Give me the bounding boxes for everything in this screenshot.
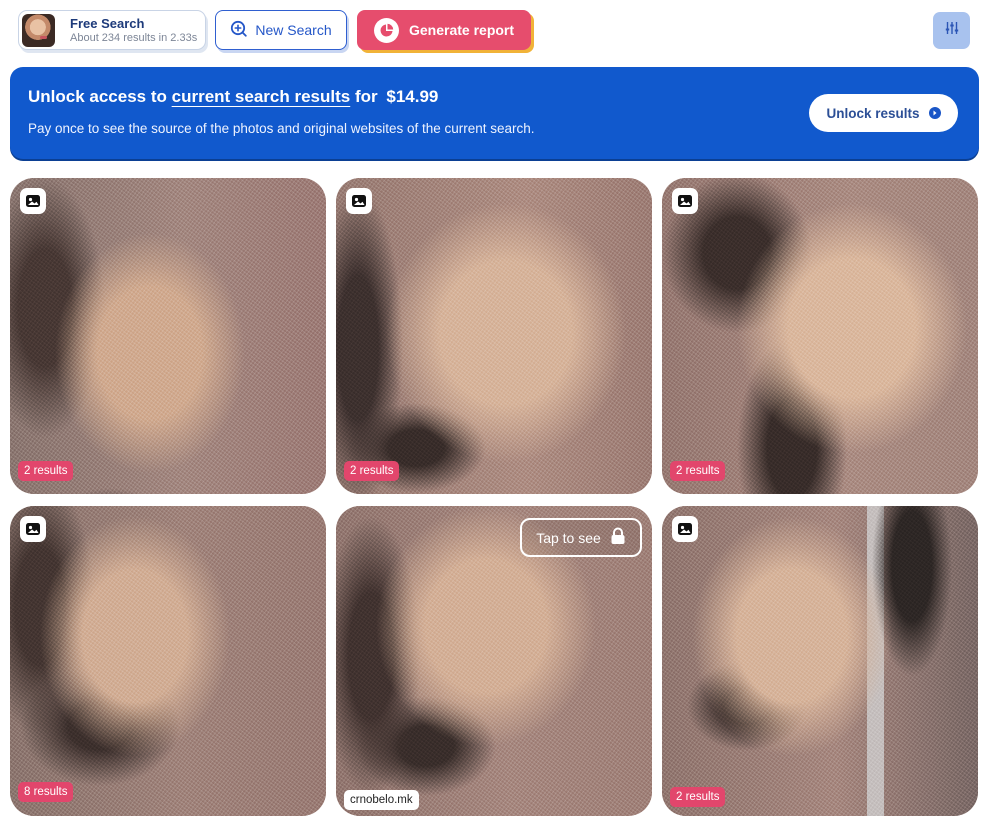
source-site-badge: crnobelo.mk — [344, 790, 419, 810]
unlock-results-label: Unlock results — [826, 105, 920, 121]
banner-title-for: for — [354, 87, 378, 106]
unlock-banner: Unlock access to current search results … — [10, 67, 979, 159]
banner-title: Unlock access to current search results … — [28, 87, 438, 107]
search-title: Free Search — [70, 16, 145, 31]
new-search-label: New Search — [255, 22, 332, 38]
noise-overlay — [10, 178, 326, 494]
search-result-count: About 234 results in 2.33s — [70, 32, 198, 44]
image-icon — [20, 516, 46, 542]
banner-subtitle: Pay once to see the source of the photos… — [28, 121, 535, 136]
sliders-icon — [945, 21, 959, 40]
noise-overlay — [662, 178, 978, 494]
results-count-badge: 8 results — [18, 782, 74, 802]
result-card[interactable]: 2 results — [336, 178, 652, 494]
generate-report-button[interactable]: Generate report — [357, 10, 531, 50]
pie-chart-icon — [374, 17, 399, 43]
results-count-badge: 2 results — [344, 461, 400, 481]
image-icon — [672, 188, 698, 214]
noise-overlay — [662, 506, 978, 816]
arrow-circle-icon — [928, 107, 941, 119]
banner-title-prefix: Unlock access to — [28, 87, 167, 106]
unlock-results-button[interactable]: Unlock results — [809, 94, 958, 132]
magnifier-plus-icon — [230, 20, 248, 40]
tap-to-see-label: Tap to see — [536, 529, 601, 546]
lock-icon — [610, 527, 626, 548]
generate-report-label: Generate report — [409, 22, 515, 38]
result-card[interactable]: 2 results — [662, 178, 978, 494]
new-search-button[interactable]: New Search — [215, 10, 347, 50]
results-count-badge: 2 results — [18, 461, 74, 481]
image-icon — [672, 516, 698, 542]
noise-overlay — [336, 178, 652, 494]
unlock-price: $14.99 — [386, 87, 439, 106]
image-icon — [20, 188, 46, 214]
tap-to-see-button[interactable]: Tap to see — [520, 518, 642, 557]
results-count-badge: 2 results — [670, 787, 726, 807]
results-count-badge: 2 results — [670, 461, 726, 481]
query-thumbnail — [22, 14, 55, 47]
result-card[interactable]: 2 results — [662, 506, 978, 816]
search-summary-card[interactable]: Free Search About 234 results in 2.33s — [18, 10, 206, 50]
top-toolbar: Free Search About 234 results in 2.33s N… — [18, 10, 970, 52]
result-card[interactable]: Tap to see crnobelo.mk — [336, 506, 652, 816]
image-icon — [346, 188, 372, 214]
noise-overlay — [10, 506, 326, 816]
result-card[interactable]: 8 results — [10, 506, 326, 816]
result-card[interactable]: 2 results — [10, 178, 326, 494]
filter-button[interactable] — [933, 12, 970, 49]
current-results-link[interactable]: current search results — [172, 87, 351, 106]
